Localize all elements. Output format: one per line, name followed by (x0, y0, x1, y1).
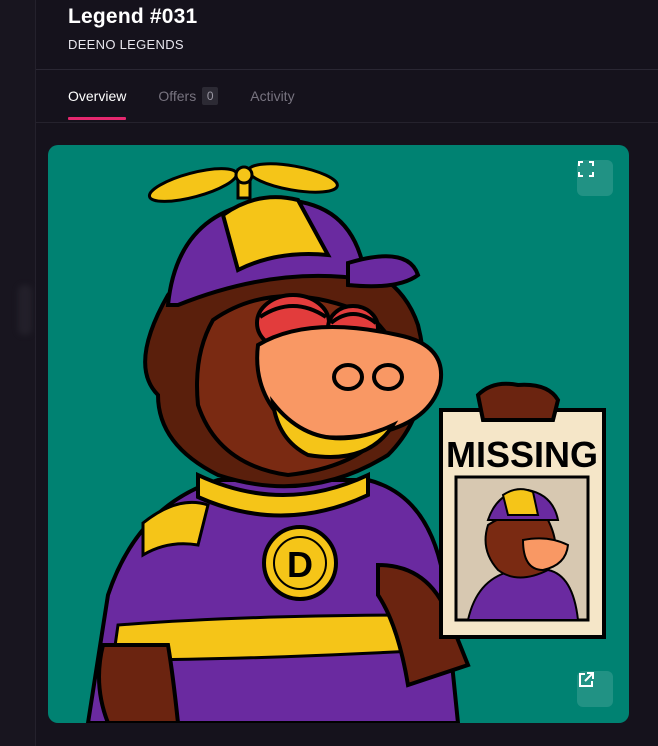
tab-offers[interactable]: Offers 0 (158, 87, 219, 120)
offers-count-badge: 0 (202, 87, 219, 105)
nft-artwork: D MISSING (48, 145, 629, 723)
header-divider (36, 69, 658, 70)
expand-button[interactable] (577, 160, 613, 196)
tab-overview-label: Overview (68, 88, 127, 104)
collection-name[interactable]: DEENO LEGENDS (68, 37, 184, 52)
artwork-illustration: D MISSING (85, 162, 606, 723)
page-title: Legend #031 (68, 5, 198, 28)
medallion-letter: D (287, 544, 313, 585)
fullscreen-icon (578, 161, 594, 177)
item-detail-panel: Legend #031 DEENO LEGENDS Overview Offer… (36, 0, 658, 746)
tab-activity[interactable]: Activity (250, 87, 294, 120)
tab-overview[interactable]: Overview (68, 87, 127, 120)
tabs-divider (36, 122, 658, 123)
left-rail (0, 0, 36, 746)
rail-scroll-indicator (18, 285, 32, 335)
tab-activity-label: Activity (250, 88, 295, 104)
open-original-button[interactable] (577, 671, 613, 707)
tab-bar: Overview Offers 0 Activity (68, 87, 295, 120)
external-link-icon (579, 672, 594, 687)
tab-offers-label: Offers (158, 88, 197, 104)
poster-text: MISSING (446, 434, 598, 475)
